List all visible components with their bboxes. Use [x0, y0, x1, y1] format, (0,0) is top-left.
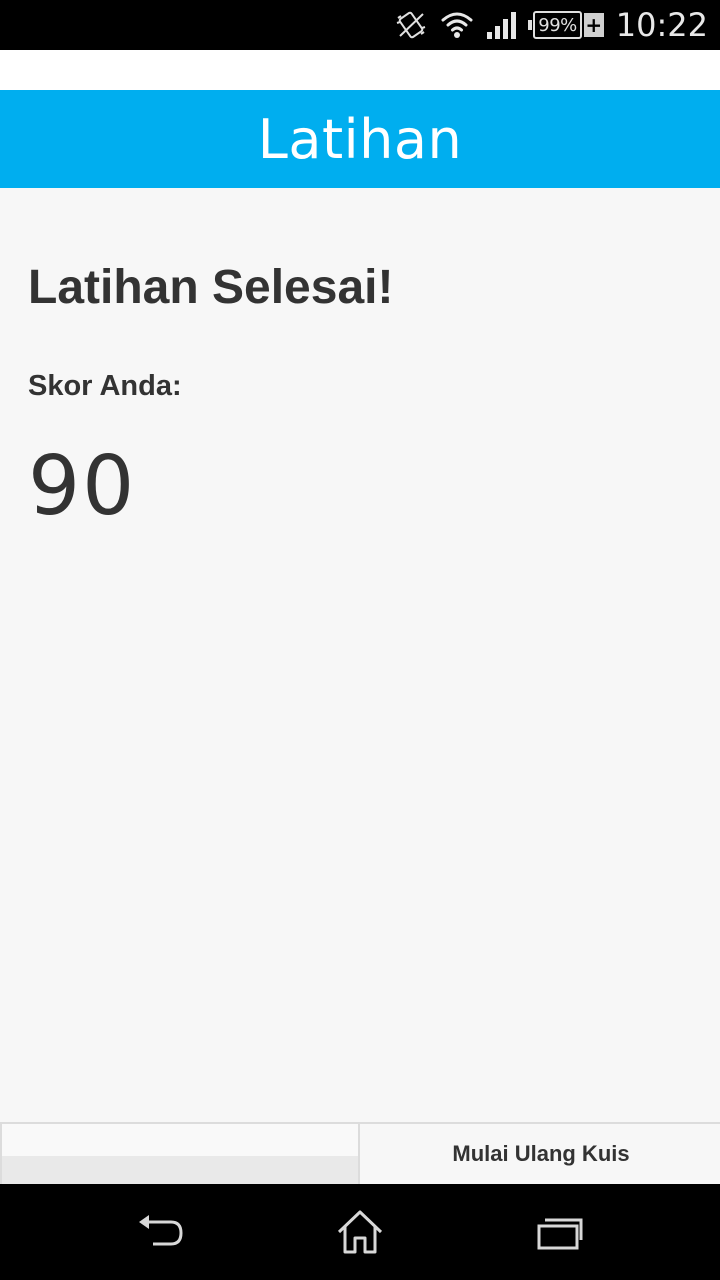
- home-icon: [337, 1210, 383, 1254]
- battery-percent: 99%: [533, 11, 582, 39]
- navigation-bar: [0, 1184, 720, 1280]
- wifi-icon: [441, 12, 473, 38]
- screen: 99% + 10:22 Latihan Latihan Selesai! Sko…: [0, 0, 720, 1280]
- signal-icon: [487, 12, 517, 39]
- app-header: Latihan: [0, 90, 720, 188]
- back-icon: [139, 1215, 183, 1246]
- vibrate-icon: [396, 11, 426, 39]
- home-button[interactable]: [330, 1206, 390, 1258]
- left-pane: [0, 1124, 360, 1184]
- charging-icon: +: [583, 13, 604, 37]
- status-icons: 99% + 10:22: [394, 0, 708, 50]
- battery-tip: [528, 20, 533, 30]
- bottom-bar: Mulai Ulang Kuis: [0, 1122, 720, 1184]
- score-value: 90: [28, 439, 137, 534]
- result-content: Latihan Selesai! Skor Anda: 90: [28, 188, 692, 532]
- app-title: Latihan: [257, 107, 463, 171]
- back-button[interactable]: [130, 1206, 190, 1258]
- top-strip: [0, 50, 720, 90]
- status-bar: 99% + 10:22: [0, 0, 720, 50]
- clock: 10:22: [615, 6, 708, 44]
- recent-apps-button[interactable]: [530, 1206, 590, 1258]
- score-label: Skor Anda:: [28, 370, 182, 402]
- left-pane-fill: [2, 1156, 358, 1184]
- battery-icon: 99% +: [528, 11, 604, 39]
- restart-quiz-button[interactable]: Mulai Ulang Kuis: [362, 1124, 720, 1184]
- recent-apps-icon: [537, 1218, 583, 1250]
- result-heading: Latihan Selesai!: [28, 261, 394, 314]
